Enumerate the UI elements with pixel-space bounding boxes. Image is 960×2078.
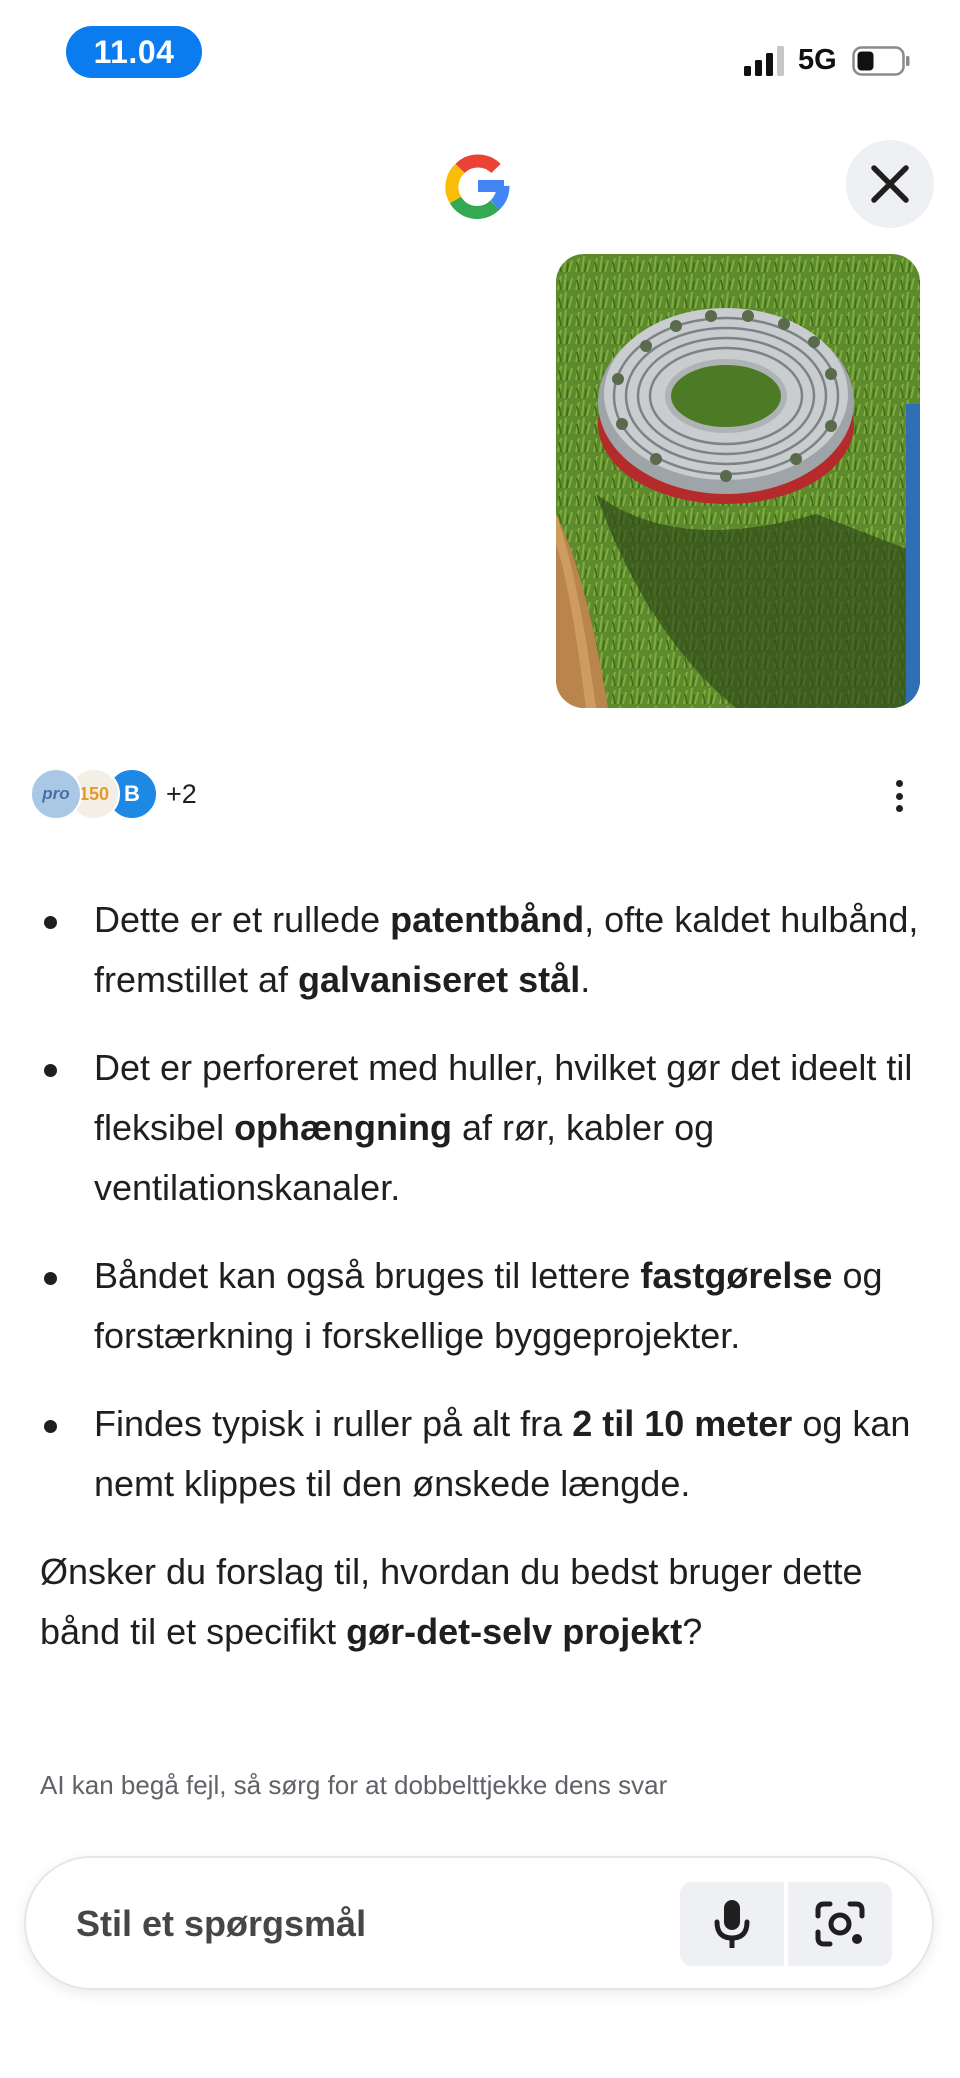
sources-count: +2 (166, 778, 197, 809)
status-time: 11.04 (66, 26, 202, 78)
google-lens-button[interactable] (788, 1882, 892, 1966)
battery-icon (852, 46, 910, 76)
answer-bullets: Dette er et rullede patentbånd, ofte kal… (40, 890, 920, 1514)
status-bar: 11.04 5G (0, 0, 960, 100)
answer-bullet-4: Findes typisk i ruller på alt fra 2 til … (40, 1394, 920, 1514)
question-input[interactable] (76, 1894, 636, 1954)
microphone-icon (714, 1900, 750, 1948)
bold-term: gør-det-selv projekt (346, 1611, 683, 1652)
answer-bullet-1: Dette er et rullede patentbånd, ofte kal… (40, 890, 920, 1010)
ask-bar (24, 1856, 934, 1990)
more-options-button[interactable] (884, 776, 914, 816)
bold-term: 2 til 10 meter (572, 1403, 793, 1444)
google-g-logo-icon (445, 154, 510, 219)
network-type: 5G (798, 44, 837, 76)
more-vert-icon (895, 780, 903, 787)
voice-search-button[interactable] (680, 1882, 784, 1966)
answer-bullet-3: Båndet kan også bruges til lettere fastg… (40, 1246, 920, 1366)
cellular-signal-icon (744, 46, 784, 76)
close-button[interactable] (846, 140, 934, 228)
close-icon (871, 165, 909, 203)
steel-strap-roll-photo (556, 254, 920, 708)
bold-term: galvaniseret stål (298, 959, 581, 1000)
pro-source-icon: pro (30, 768, 82, 820)
answer-bullet-2: Det er perforeret med huller, hvilket gø… (40, 1038, 920, 1218)
bold-term: fastgørelse (640, 1255, 833, 1296)
bold-term: patentbånd (390, 899, 585, 940)
bold-term: ophængning (234, 1107, 452, 1148)
uploaded-image[interactable] (556, 254, 920, 708)
answer-closing: Ønsker du forslag til, hvordan du bedst … (40, 1551, 863, 1652)
sources-row[interactable]: pro 150 B +2 (30, 766, 197, 822)
ai-answer: Dette er et rullede patentbånd, ofte kal… (40, 890, 920, 1662)
ai-disclaimer: AI kan begå fejl, så sørg for at dobbelt… (40, 1770, 668, 1800)
google-lens-icon (815, 1901, 865, 1947)
